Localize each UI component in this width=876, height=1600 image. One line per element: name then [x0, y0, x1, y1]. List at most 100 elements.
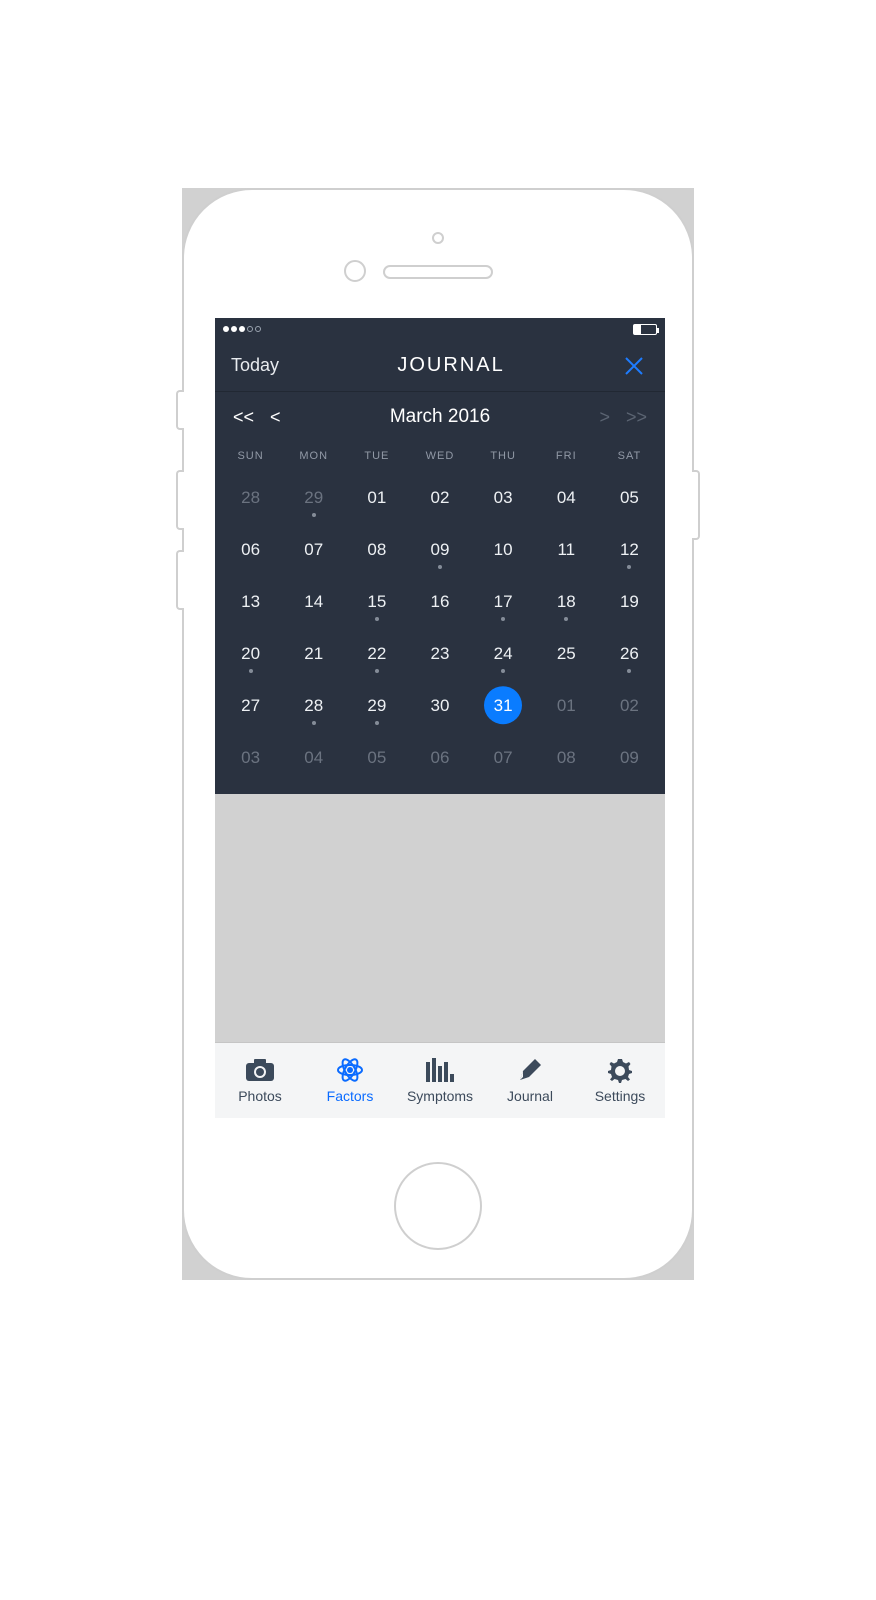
calendar-day[interactable]: 13 [219, 576, 282, 628]
calendar-day[interactable]: 07 [282, 524, 345, 576]
month-nav-left: << < [233, 407, 303, 428]
close-icon [623, 355, 645, 377]
calendar-day[interactable]: 02 [408, 472, 471, 524]
calendar-day[interactable]: 30 [408, 680, 471, 732]
close-button[interactable] [623, 355, 649, 377]
calendar-day[interactable]: 17 [472, 576, 535, 628]
prev-year-button[interactable]: << [233, 407, 254, 428]
next-year-button[interactable]: >> [626, 407, 647, 428]
day-number: 28 [304, 696, 323, 716]
atom-icon [335, 1057, 365, 1083]
earpiece-speaker [383, 265, 493, 279]
calendar-day[interactable]: 06 [219, 524, 282, 576]
calendar-day[interactable]: 19 [598, 576, 661, 628]
today-button[interactable]: Today [231, 355, 279, 376]
event-dot-icon [312, 721, 316, 725]
calendar-day[interactable]: 18 [535, 576, 598, 628]
calendar-day[interactable]: 03 [472, 472, 535, 524]
calendar-day[interactable]: 23 [408, 628, 471, 680]
calendar-day[interactable]: 28 [219, 472, 282, 524]
calendar-day[interactable]: 05 [598, 472, 661, 524]
calendar-day[interactable]: 31 [472, 680, 535, 732]
day-number: 20 [241, 644, 260, 664]
calendar-day[interactable]: 21 [282, 628, 345, 680]
prev-month-button[interactable]: < [270, 407, 281, 428]
calendar-day[interactable]: 04 [535, 472, 598, 524]
event-dot-icon [627, 565, 631, 569]
weekday-label: FRI [535, 450, 598, 462]
day-number: 13 [241, 592, 260, 612]
calendar-week-row: 27 28 29 30 31 01 02 [219, 680, 661, 732]
home-button[interactable] [394, 1162, 482, 1250]
weekday-label: THU [472, 450, 535, 462]
calendar-day[interactable]: 24 [472, 628, 535, 680]
sensor-dot [432, 232, 444, 244]
calendar-day[interactable]: 15 [345, 576, 408, 628]
calendar-day[interactable]: 16 [408, 576, 471, 628]
calendar-day[interactable]: 20 [219, 628, 282, 680]
camera-icon [245, 1057, 275, 1083]
calendar-day[interactable]: 27 [219, 680, 282, 732]
power-button [692, 470, 700, 540]
mute-switch [176, 390, 184, 430]
day-number: 01 [557, 696, 576, 716]
calendar-day[interactable]: 22 [345, 628, 408, 680]
month-navigation: << < March 2016 > >> [215, 392, 665, 442]
day-number: 09 [620, 748, 639, 768]
day-number: 03 [494, 488, 513, 508]
tab-settings[interactable]: Settings [575, 1043, 665, 1118]
day-number: 19 [620, 592, 639, 612]
event-dot-icon [564, 617, 568, 621]
calendar-day[interactable]: 08 [535, 732, 598, 784]
tab-photos[interactable]: Photos [215, 1043, 305, 1118]
calendar-day[interactable]: 26 [598, 628, 661, 680]
calendar-day[interactable]: 02 [598, 680, 661, 732]
day-number: 10 [494, 540, 513, 560]
calendar-day[interactable]: 05 [345, 732, 408, 784]
calendar-day[interactable]: 14 [282, 576, 345, 628]
tab-label: Photos [238, 1088, 282, 1104]
calendar-day[interactable]: 01 [345, 472, 408, 524]
calendar-day[interactable]: 29 [282, 472, 345, 524]
volume-up-button [176, 470, 184, 530]
calendar-day[interactable]: 25 [535, 628, 598, 680]
day-number: 18 [557, 592, 576, 612]
day-number: 17 [494, 592, 513, 612]
tab-symptoms[interactable]: Symptoms [395, 1043, 485, 1118]
day-number: 26 [620, 644, 639, 664]
day-number: 14 [304, 592, 323, 612]
calendar-day[interactable]: 29 [345, 680, 408, 732]
calendar-day[interactable]: 12 [598, 524, 661, 576]
day-number: 25 [557, 644, 576, 664]
calendar-day[interactable]: 07 [472, 732, 535, 784]
tab-journal[interactable]: Journal [485, 1043, 575, 1118]
calendar-day[interactable]: 01 [535, 680, 598, 732]
day-number: 30 [431, 696, 450, 716]
calendar-week-row: 030405 06 0708 09 [219, 732, 661, 784]
journal-content-area [215, 794, 665, 1054]
calendar-week-row: 20 21222324 25 26 [219, 628, 661, 680]
calendar-day[interactable]: 03 [219, 732, 282, 784]
month-nav-right: > >> [577, 407, 647, 428]
weekday-label: WED [408, 450, 471, 462]
next-month-button[interactable]: > [599, 407, 610, 428]
calendar-day[interactable]: 06 [408, 732, 471, 784]
tab-factors[interactable]: Factors [305, 1043, 395, 1118]
calendar-day[interactable]: 11 [535, 524, 598, 576]
battery-icon [633, 324, 657, 335]
day-number: 29 [367, 696, 386, 716]
calendar-day[interactable]: 28 [282, 680, 345, 732]
tab-bar: Photos FactorsSymptomsJournalSettings [215, 1042, 665, 1118]
calendar-day[interactable]: 09 [408, 524, 471, 576]
day-number: 29 [304, 488, 323, 508]
event-dot-icon [375, 617, 379, 621]
day-number: 04 [557, 488, 576, 508]
calendar-day[interactable]: 10 [472, 524, 535, 576]
phone-frame: Today JOURNAL << < March 2016 > >> SUNMO… [182, 188, 694, 1280]
calendar-day[interactable]: 08 [345, 524, 408, 576]
screen: Today JOURNAL << < March 2016 > >> SUNMO… [215, 318, 665, 1118]
day-number: 06 [431, 748, 450, 768]
calendar-day[interactable]: 09 [598, 732, 661, 784]
calendar-day[interactable]: 04 [282, 732, 345, 784]
bars-icon [425, 1057, 455, 1083]
